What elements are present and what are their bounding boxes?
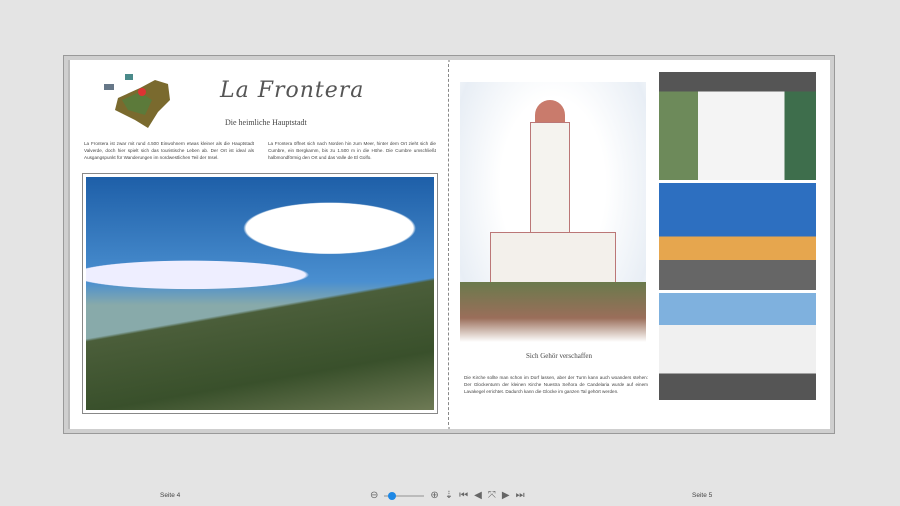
previous-page-icon[interactable]: ◀	[474, 490, 482, 501]
page-title: La Frontera	[220, 78, 365, 103]
page-fold	[448, 64, 449, 425]
zoom-slider[interactable]	[384, 491, 425, 500]
left-page-label: Seite 4	[160, 492, 181, 499]
text-column-1: La Frontera ist zwar mit rund 4.500 Einw…	[84, 141, 254, 160]
page-subtitle: Die heimliche Hauptstadt	[225, 118, 307, 127]
toolbar: ⊖ ⊕ ⇣ ⏮ ◀ ⤧ ▶ ⏭	[370, 490, 525, 501]
insert-page-icon[interactable]: ⇣	[445, 490, 453, 501]
photo-book-spread: La Frontera Die heimliche Hauptstadt La …	[63, 55, 835, 434]
right-page[interactable]: Sich Gehör verschaffen Die Kirche sollte…	[450, 60, 830, 429]
church-illustration[interactable]	[460, 82, 646, 342]
next-page-icon[interactable]: ▶	[502, 490, 510, 501]
photo-frame	[82, 173, 438, 414]
last-page-icon[interactable]: ⏭	[516, 490, 525, 501]
zoom-slider-handle[interactable]	[388, 491, 397, 500]
photo-church[interactable]	[659, 293, 816, 400]
landscape-photo[interactable]	[86, 177, 434, 410]
island-map-illustration	[104, 74, 170, 128]
right-page-label: Seite 5	[692, 492, 713, 499]
zoom-in-icon[interactable]: ⊕	[430, 490, 438, 501]
zoom-out-icon[interactable]: ⊖	[370, 490, 378, 501]
text-column-2: La Frontera öffnet sich nach Norden hin …	[268, 141, 436, 160]
caption-title: Sich Gehör verschaffen	[526, 352, 592, 360]
photo-white-house[interactable]	[659, 72, 816, 180]
caption-text: Die Kirche sollte man schon im Dorf lass…	[464, 375, 648, 394]
fit-page-icon[interactable]: ⤧	[488, 490, 496, 501]
photo-yellow-house[interactable]	[659, 183, 816, 290]
first-page-icon[interactable]: ⏮	[459, 490, 468, 501]
left-page[interactable]: La Frontera Die heimliche Hauptstadt La …	[70, 60, 448, 429]
